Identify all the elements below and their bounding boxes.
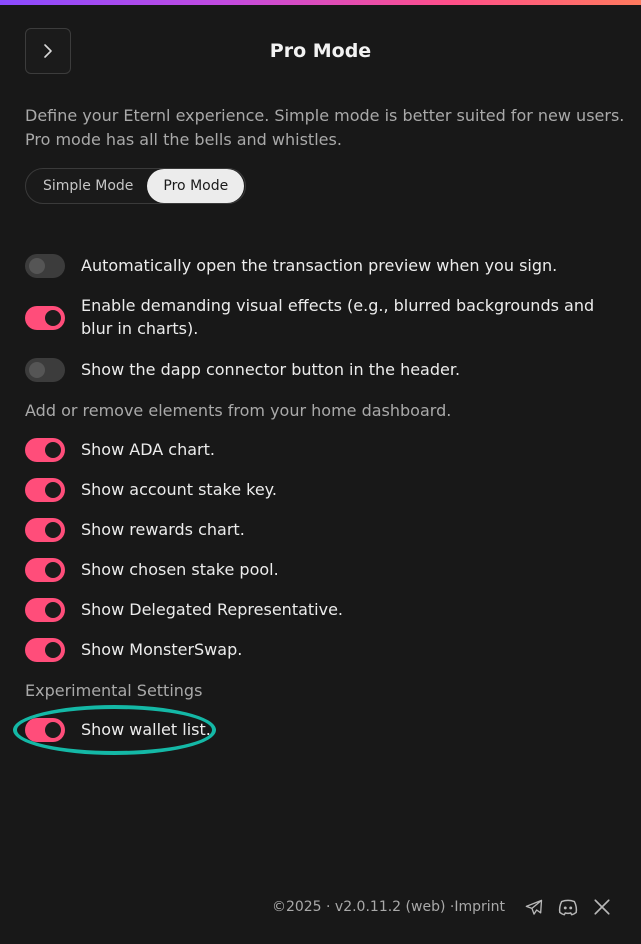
footer-copyright: ©2025 · v2.0.11.2 (web) · xyxy=(271,899,455,915)
toggle-knob xyxy=(29,258,45,274)
toggle-knob xyxy=(45,522,61,538)
page-title: Pro Mode xyxy=(269,40,372,62)
setting-row-visual-effects: Enable demanding visual effects (e.g., b… xyxy=(25,294,601,340)
setting-label: Show MonsterSwap. xyxy=(81,640,243,659)
setting-row-stake-pool: Show chosen stake pool. xyxy=(25,558,601,582)
setting-label: Show ADA chart. xyxy=(81,440,215,459)
toggle-visual-effects[interactable] xyxy=(25,306,65,330)
mode-switch: Simple Mode Pro Mode xyxy=(25,168,247,204)
setting-row-dapp-connector: Show the dapp connector button in the he… xyxy=(25,358,601,382)
setting-row-wallet-list: Show wallet list. xyxy=(25,718,601,742)
setting-row-transaction-preview: Automatically open the transaction previ… xyxy=(25,254,601,278)
setting-label: Show chosen stake pool. xyxy=(81,560,279,579)
toggle-ada-chart[interactable] xyxy=(25,438,65,462)
toggle-stake-key[interactable] xyxy=(25,478,65,502)
toggle-wallet-list[interactable] xyxy=(25,718,65,742)
toggle-stake-pool[interactable] xyxy=(25,558,65,582)
toggle-knob xyxy=(45,442,61,458)
toggle-monsterswap[interactable] xyxy=(25,638,65,662)
toggle-rewards-chart[interactable] xyxy=(25,518,65,542)
dashboard-section-label: Add or remove elements from your home da… xyxy=(25,401,452,420)
footer: ©2025 · v2.0.11.2 (web) · Imprint xyxy=(272,896,613,918)
top-gradient-bar xyxy=(0,0,641,5)
pro-mode-option[interactable]: Pro Mode xyxy=(147,169,245,203)
discord-icon[interactable] xyxy=(557,896,579,918)
setting-row-rewards-chart: Show rewards chart. xyxy=(25,518,601,542)
toggle-knob xyxy=(45,562,61,578)
x-icon[interactable] xyxy=(591,896,613,918)
setting-row-ada-chart: Show ADA chart. xyxy=(25,438,601,462)
toggle-dapp-connector[interactable] xyxy=(25,358,65,382)
setting-label: Show Delegated Representative. xyxy=(81,600,344,619)
experimental-section-label: Experimental Settings xyxy=(25,681,203,700)
toggle-knob xyxy=(45,310,61,326)
setting-label: Show the dapp connector button in the he… xyxy=(81,360,461,379)
toggle-delegated-representative[interactable] xyxy=(25,598,65,622)
setting-label: Show rewards chart. xyxy=(81,520,245,539)
imprint-link[interactable]: Imprint xyxy=(454,899,505,915)
telegram-icon[interactable] xyxy=(523,896,545,918)
toggle-transaction-preview[interactable] xyxy=(25,254,65,278)
setting-row-monsterswap: Show MonsterSwap. xyxy=(25,638,601,662)
toggle-knob xyxy=(29,362,45,378)
setting-row-stake-key: Show account stake key. xyxy=(25,478,601,502)
setting-label: Show wallet list. xyxy=(81,720,211,739)
setting-label: Enable demanding visual effects (e.g., b… xyxy=(81,296,595,338)
toggle-knob xyxy=(45,482,61,498)
setting-label: Show account stake key. xyxy=(81,480,277,499)
setting-label: Automatically open the transaction previ… xyxy=(81,256,558,275)
toggle-knob xyxy=(45,722,61,738)
toggle-knob xyxy=(45,642,61,658)
setting-row-delegated-representative: Show Delegated Representative. xyxy=(25,598,601,622)
mode-description: Define your Eternl experience. Simple mo… xyxy=(25,106,625,149)
simple-mode-option[interactable]: Simple Mode xyxy=(27,169,147,203)
toggle-knob xyxy=(45,602,61,618)
